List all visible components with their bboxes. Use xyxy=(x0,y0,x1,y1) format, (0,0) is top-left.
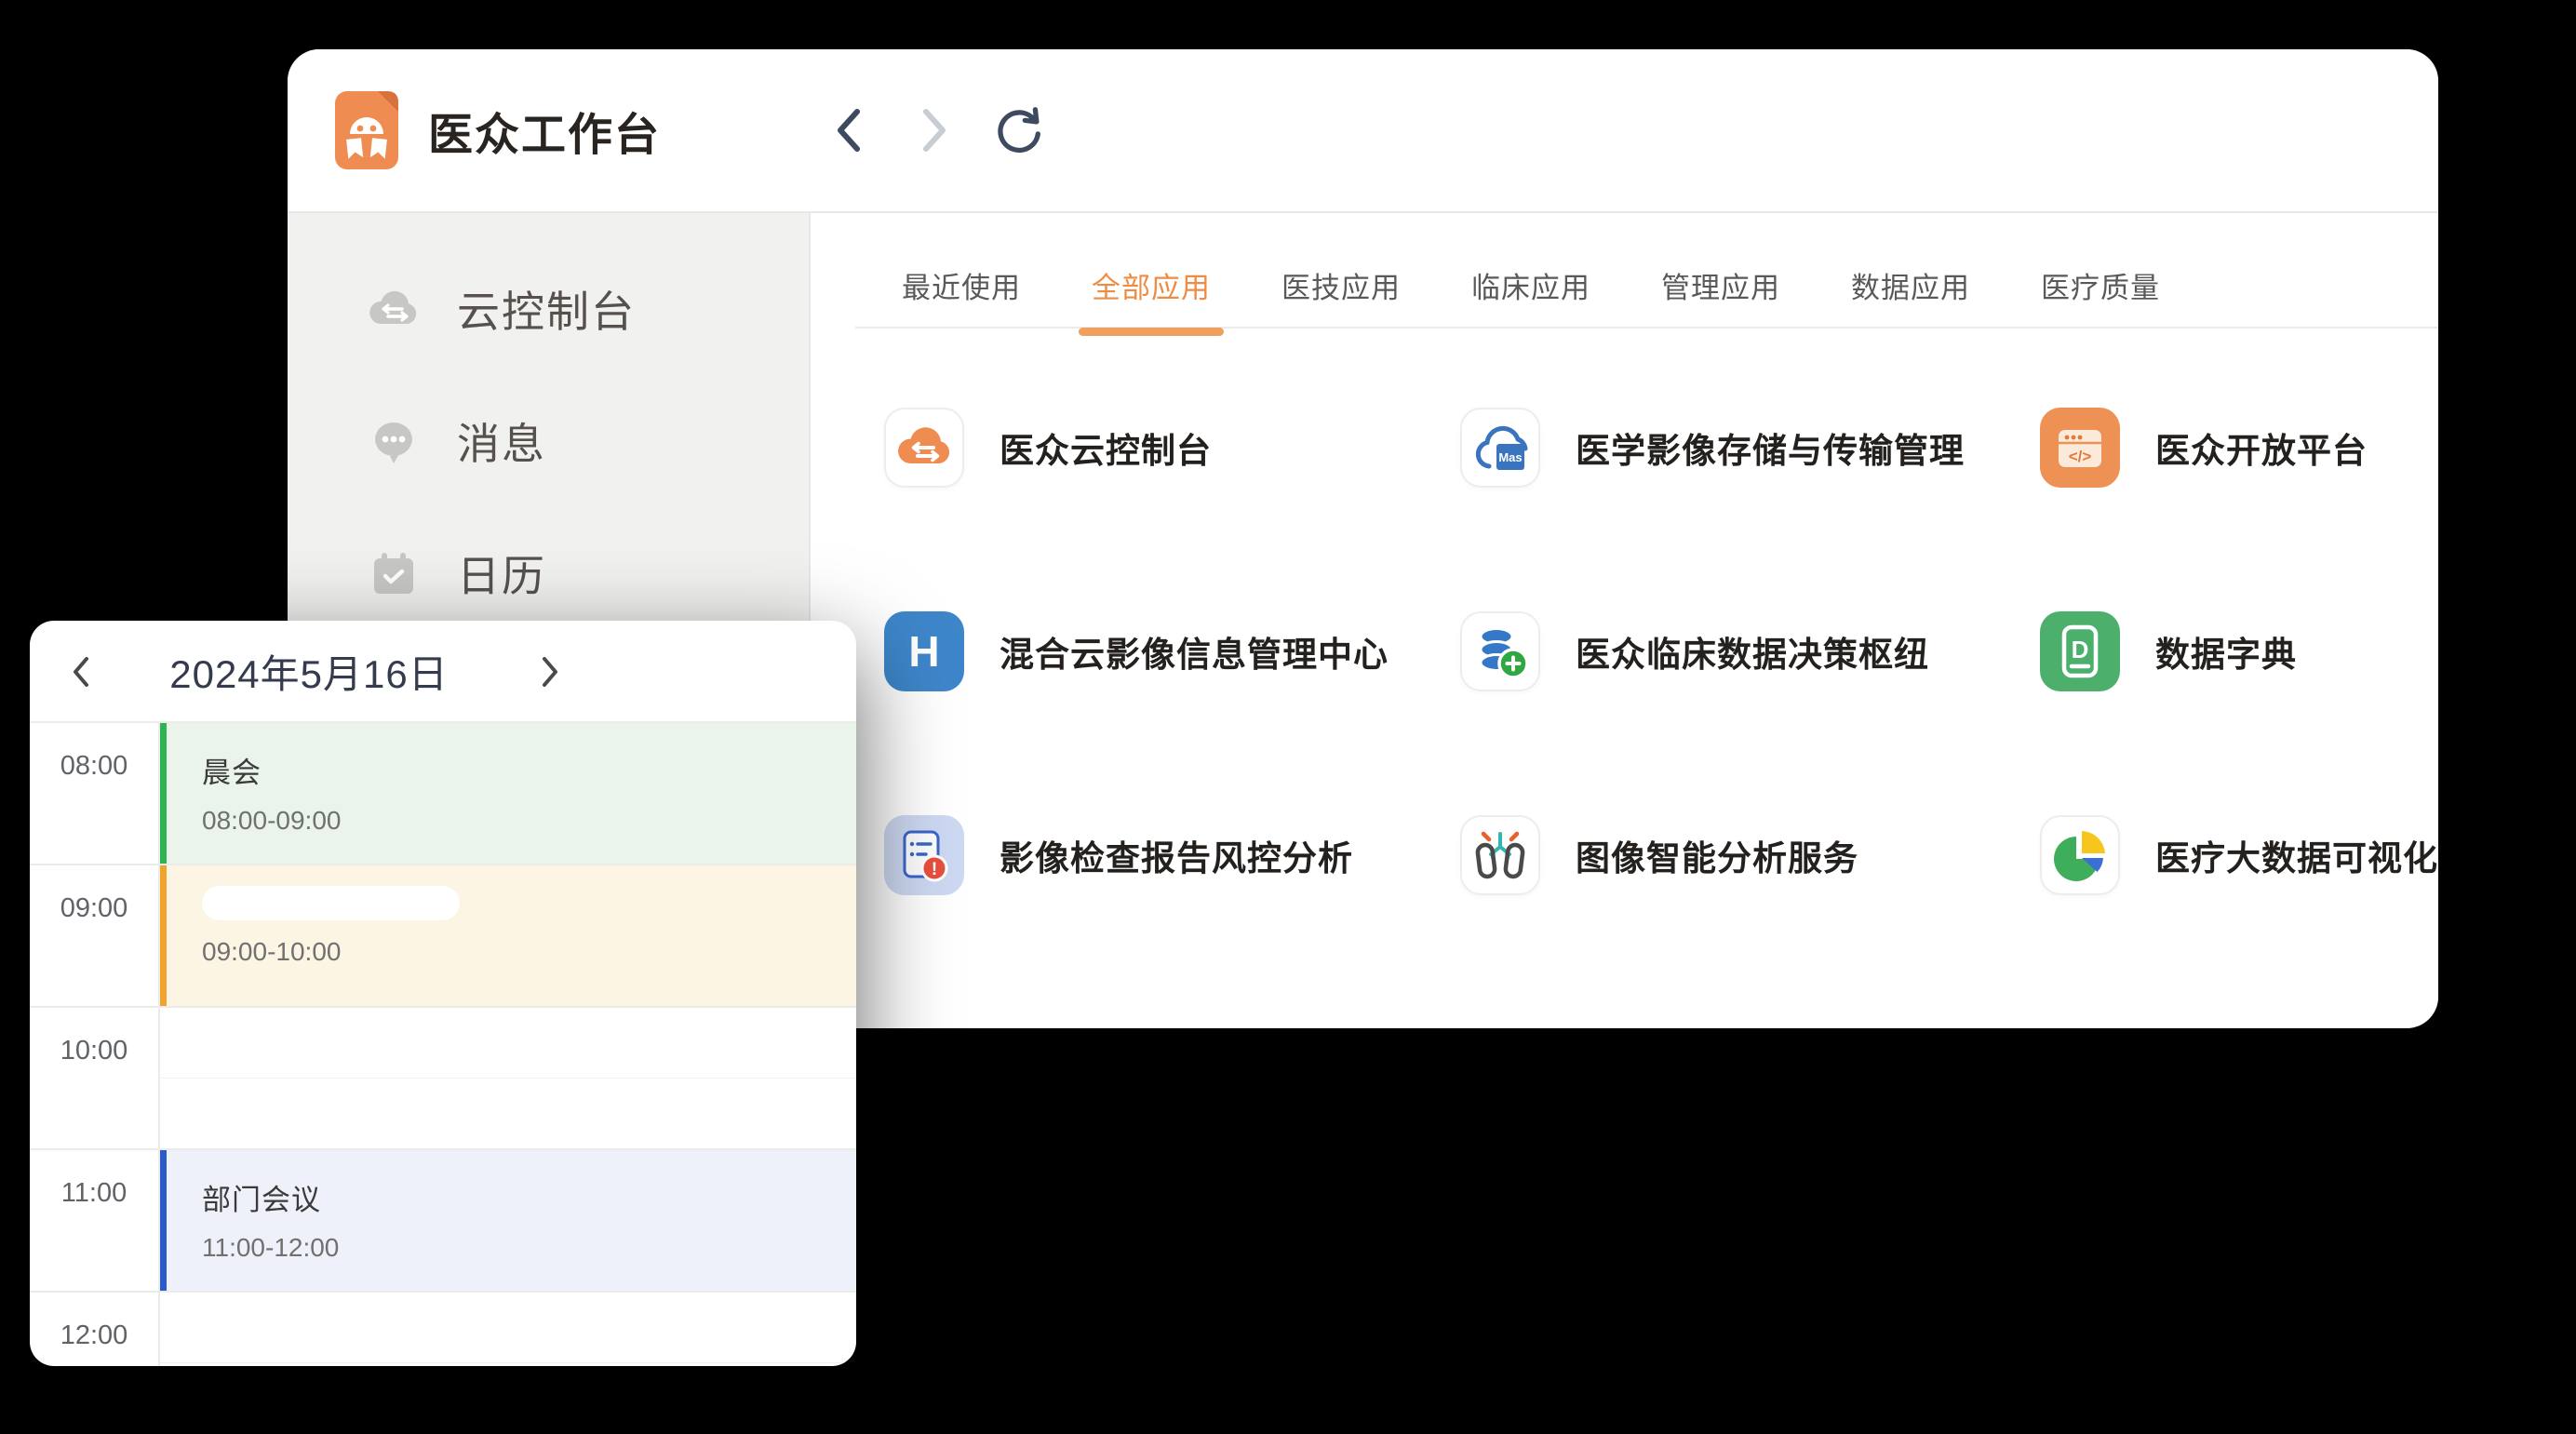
app-label: 医疗大数据可视化 xyxy=(2155,830,2438,880)
event-time: 11:00-12:00 xyxy=(202,1233,856,1263)
time-label: 08:00 xyxy=(30,723,160,864)
exclamation-badge: ! xyxy=(932,860,937,879)
d-badge: D xyxy=(2072,636,2089,663)
chevron-right-icon xyxy=(536,652,564,691)
app-label: 医众云控制台 xyxy=(1000,422,1212,473)
event-time: 08:00-09:00 xyxy=(202,806,856,836)
sidebar-item-calendar[interactable]: 日历 xyxy=(288,507,809,639)
pie-chart-icon xyxy=(2040,815,2120,895)
app-label: 图像智能分析服务 xyxy=(1576,830,1858,880)
app-label: 混合云影像信息管理中心 xyxy=(1000,626,1389,677)
database-plus-icon xyxy=(1460,611,1540,691)
time-slot[interactable]: 部门会议 11:00-12:00 xyxy=(160,1150,856,1291)
app-grid: 医众云控制台 Mas 医学影像存储与传输管理 xyxy=(811,327,2438,1019)
event-time: 09:00-10:00 xyxy=(202,937,856,967)
tab-recent[interactable]: 最近使用 xyxy=(900,259,1023,312)
app-label: 医学影像存储与传输管理 xyxy=(1576,422,1965,473)
calendar-header: 2024年5月16日 xyxy=(30,621,856,723)
back-button[interactable] xyxy=(823,100,875,161)
content-area: 最近使用 全部应用 医技应用 临床应用 管理应用 数据应用 医疗质量 xyxy=(811,213,2438,1026)
h-badge: H xyxy=(908,627,939,676)
sidebar-item-messages[interactable]: 消息 xyxy=(288,375,809,507)
window-header: 医众工作台 xyxy=(288,49,2438,213)
calendar-popup: 2024年5月16日 08:00 晨会 08:00-09:00 09:00 xyxy=(30,621,856,1366)
cloud-sliders-icon xyxy=(884,408,964,488)
app-label: 医众临床数据决策枢纽 xyxy=(1576,626,1929,677)
app-big-data-visualization[interactable]: 医疗大数据可视化 xyxy=(2040,815,2438,895)
calendar-row-0900: 09:00 09:00-10:00 xyxy=(30,865,856,1008)
app-clinical-data-hub[interactable]: 医众临床数据决策枢纽 xyxy=(1460,611,2040,691)
event-title: 晨会 xyxy=(202,749,856,791)
sidebar-item-label: 日历 xyxy=(457,543,546,604)
time-slot[interactable]: 09:00-10:00 xyxy=(160,865,856,1006)
lungs-ai-icon xyxy=(1460,815,1540,895)
code-badge: </> xyxy=(2069,448,2092,465)
time-label: 12:00 xyxy=(30,1293,160,1366)
tab-data-apps[interactable]: 数据应用 xyxy=(1849,259,1972,312)
app-data-dictionary[interactable]: D 数据字典 xyxy=(2040,611,2438,691)
tab-clinical-apps[interactable]: 临床应用 xyxy=(1469,259,1592,312)
app-image-storage-pacs[interactable]: Mas 医学影像存储与传输管理 xyxy=(1460,408,2040,488)
open-platform-code-icon: </> xyxy=(2040,408,2120,488)
dictionary-icon: D xyxy=(2040,611,2120,691)
time-label: 10:00 xyxy=(30,1008,160,1148)
sidebar-item-label: 消息 xyxy=(457,410,546,472)
calendar-row-1000: 10:00 xyxy=(30,1008,856,1150)
app-label: 影像检查报告风控分析 xyxy=(1000,830,1353,880)
desktop-background: 医众工作台 xyxy=(0,0,2576,1434)
app-category-tabs: 最近使用 全部应用 医技应用 临床应用 管理应用 数据应用 医疗质量 xyxy=(811,213,2438,327)
calendar-prev-day-button[interactable] xyxy=(60,650,102,693)
app-image-ai-analysis[interactable]: 图像智能分析服务 xyxy=(1460,815,2040,895)
app-label: 医众开放平台 xyxy=(2155,422,2368,473)
message-icon xyxy=(368,415,420,467)
cloud-console-icon xyxy=(368,283,420,335)
hybrid-cloud-h-icon: H xyxy=(884,611,964,691)
forward-button[interactable] xyxy=(908,100,960,161)
tab-quality-apps[interactable]: 医疗质量 xyxy=(2039,259,2162,312)
app-report-risk-analysis[interactable]: ! 影像检查报告风控分析 xyxy=(884,815,1460,895)
report-risk-icon: ! xyxy=(884,815,964,895)
event-department-meeting[interactable]: 部门会议 11:00-12:00 xyxy=(160,1150,856,1291)
time-label: 11:00 xyxy=(30,1150,160,1291)
sidebar-item-label: 云控制台 xyxy=(457,278,636,340)
tab-medtech-apps[interactable]: 医技应用 xyxy=(1280,259,1402,312)
mas-cloud-icon: Mas xyxy=(1460,408,1540,488)
event-morning-meeting[interactable]: 晨会 08:00-09:00 xyxy=(160,723,856,864)
tab-all-apps[interactable]: 全部应用 xyxy=(1090,259,1213,312)
mas-badge: Mas xyxy=(1498,450,1522,464)
calendar-row-0800: 08:00 晨会 08:00-09:00 xyxy=(30,723,856,865)
app-label: 数据字典 xyxy=(2155,626,2297,677)
chevron-right-icon xyxy=(916,103,953,157)
time-slot[interactable] xyxy=(160,1293,856,1366)
time-label: 09:00 xyxy=(30,865,160,1006)
event-redacted[interactable]: 09:00-10:00 xyxy=(160,865,856,1006)
calendar-icon xyxy=(368,547,420,599)
refresh-icon xyxy=(994,103,1046,157)
calendar-body: 08:00 晨会 08:00-09:00 09:00 09:00-10:00 xyxy=(30,723,856,1366)
window-title: 医众工作台 xyxy=(428,98,661,163)
app-hybrid-cloud-center[interactable]: H 混合云影像信息管理中心 xyxy=(884,611,1460,691)
browser-nav-controls xyxy=(823,49,1046,211)
calendar-date-title: 2024年5月16日 xyxy=(123,621,495,721)
app-open-platform[interactable]: </> 医众开放平台 xyxy=(2040,408,2438,488)
redacted-title-pill xyxy=(202,886,460,920)
event-title: 部门会议 xyxy=(202,1176,856,1218)
chevron-left-icon xyxy=(830,103,867,157)
calendar-next-day-button[interactable] xyxy=(529,650,571,693)
time-slot[interactable]: 晨会 08:00-09:00 xyxy=(160,723,856,864)
chevron-left-icon xyxy=(67,652,95,691)
sidebar-item-cloud-console[interactable]: 云控制台 xyxy=(288,243,809,375)
tab-management-apps[interactable]: 管理应用 xyxy=(1659,259,1782,312)
app-cloud-console[interactable]: 医众云控制台 xyxy=(884,408,1460,488)
calendar-row-1100: 11:00 部门会议 11:00-12:00 xyxy=(30,1150,856,1293)
calendar-row-1200: 12:00 xyxy=(30,1293,856,1366)
time-slot[interactable] xyxy=(160,1008,856,1148)
app-logo-icon xyxy=(335,91,398,169)
refresh-button[interactable] xyxy=(994,100,1046,161)
